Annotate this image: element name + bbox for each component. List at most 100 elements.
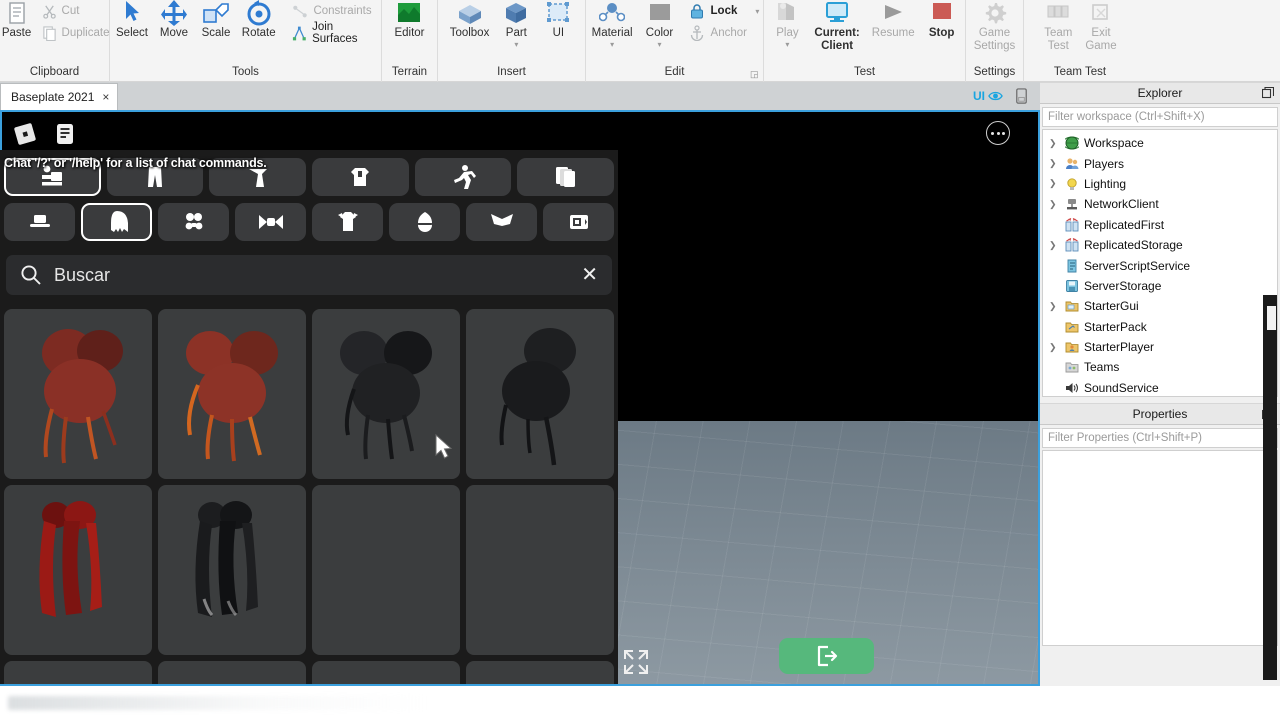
- script-icon: [1064, 258, 1080, 273]
- catalog-item-black-long-hair[interactable]: [158, 485, 306, 655]
- roblox-studio-window: Paste Cut Duplicate Clipboard Select Mov…: [0, 0, 1280, 720]
- properties-filter-input[interactable]: Filter Properties (Ctrl+Shift+P): [1042, 428, 1278, 448]
- tree-node-starterpack[interactable]: StarterPack: [1043, 317, 1277, 337]
- fullscreen-expand-icon[interactable]: [622, 648, 650, 676]
- catalog-item-partial-1[interactable]: [4, 661, 152, 684]
- explorer-filter-placeholder: Filter workspace (Ctrl+Shift+X): [1048, 111, 1205, 123]
- select-arrow-icon: [120, 0, 144, 26]
- chevron-right-icon[interactable]: ❯: [1049, 240, 1060, 251]
- document-tab-strip: Baseplate 2021 × UI: [0, 82, 1040, 110]
- edit-group-label: Edit: [664, 66, 685, 78]
- toolbox-button[interactable]: Toolbox: [444, 0, 496, 40]
- search-input[interactable]: Buscar: [54, 265, 569, 286]
- category-face[interactable]: [158, 203, 229, 241]
- tree-node-starterplayer[interactable]: ❯ StarterPlayer: [1043, 337, 1277, 357]
- category-shoulder[interactable]: [312, 203, 383, 241]
- category-back-wings[interactable]: [466, 203, 537, 241]
- explorer-dock-icon[interactable]: [1261, 86, 1275, 102]
- tree-node-lighting[interactable]: ❯ Lighting: [1043, 174, 1277, 194]
- category-neck-bowtie[interactable]: [235, 203, 306, 241]
- constraints-button[interactable]: Constraints: [288, 0, 380, 22]
- tree-node-workspace[interactable]: ❯ Workspace: [1043, 133, 1277, 153]
- catalog-item-empty-slot-1[interactable]: [312, 485, 460, 655]
- edit-dialog-launcher[interactable]: ◲: [750, 69, 760, 79]
- tab-baseplate-2021[interactable]: Baseplate 2021 ×: [0, 83, 119, 110]
- tree-node-networkclient[interactable]: ❯ NetworkClient: [1043, 194, 1277, 214]
- chevron-right-icon[interactable]: ❯: [1049, 301, 1060, 312]
- color-caret-icon[interactable]: ▾: [658, 41, 662, 49]
- chevron-right-icon[interactable]: ❯: [1049, 178, 1060, 189]
- lock-button[interactable]: Lock ▾: [685, 0, 764, 22]
- exit-game-button[interactable]: Exit Game: [1079, 0, 1122, 53]
- material-button[interactable]: Material ▾: [586, 0, 639, 49]
- chevron-right-icon[interactable]: ❯: [1049, 342, 1060, 353]
- category-hat[interactable]: [4, 203, 75, 241]
- roblox-logo-icon[interactable]: [10, 119, 40, 149]
- game-settings-button[interactable]: Game Settings: [968, 0, 1022, 53]
- play-button[interactable]: Play ▾: [766, 0, 808, 49]
- clear-search-icon[interactable]: ✕: [581, 265, 598, 285]
- paste-button[interactable]: Paste: [0, 0, 38, 40]
- device-emulator-icon[interactable]: [1013, 87, 1030, 105]
- current-client-button[interactable]: Current: Client: [808, 0, 865, 53]
- tree-node-players[interactable]: ❯ Players: [1043, 153, 1277, 173]
- explorer-tree[interactable]: ❯ Workspace ❯ Players ❯ Lighting ❯ Netwo…: [1042, 129, 1278, 397]
- properties-list[interactable]: [1042, 450, 1278, 646]
- tree-node-replicatedstorage[interactable]: ❯ ReplicatedStorage: [1043, 235, 1277, 255]
- move-tool-button[interactable]: Move: [153, 0, 195, 40]
- cut-button[interactable]: Cut: [38, 0, 114, 22]
- duplicate-button[interactable]: Duplicate: [38, 22, 114, 44]
- tree-node-startergui[interactable]: ❯ StarterGui: [1043, 296, 1277, 316]
- join-surfaces-button[interactable]: Join Surfaces: [288, 21, 380, 45]
- part-caret-icon[interactable]: ▾: [514, 41, 518, 49]
- category-shirt[interactable]: [312, 158, 409, 196]
- chevron-right-icon[interactable]: ❯: [1049, 138, 1060, 149]
- catalog-item-empty-slot-2[interactable]: [466, 485, 614, 655]
- catalog-item-red-spiky-hair[interactable]: [4, 309, 152, 479]
- category-front-accessory[interactable]: [389, 203, 460, 241]
- explorer-filter-input[interactable]: Filter workspace (Ctrl+Shift+X): [1042, 107, 1278, 127]
- tree-node-serverscriptservice[interactable]: ServerScriptService: [1043, 255, 1277, 275]
- tree-node-replicatedfirst[interactable]: ReplicatedFirst: [1043, 215, 1277, 235]
- chevron-right-icon[interactable]: ❯: [1049, 158, 1060, 169]
- terrain-editor-button[interactable]: Editor: [388, 0, 430, 40]
- close-icon[interactable]: ×: [102, 90, 109, 104]
- chevron-right-icon[interactable]: ❯: [1049, 199, 1060, 210]
- search-icon: [21, 265, 41, 285]
- resume-button[interactable]: Resume: [866, 0, 921, 40]
- tree-node-label: StarterPack: [1084, 319, 1147, 334]
- category-gear[interactable]: [543, 203, 614, 241]
- catalog-scrollbar-thumb[interactable]: [1267, 306, 1276, 330]
- stop-button[interactable]: Stop: [921, 0, 963, 40]
- play-caret-icon[interactable]: ▾: [785, 41, 789, 49]
- part-button[interactable]: Part ▾: [495, 0, 537, 49]
- team-test-button[interactable]: Team Test: [1037, 0, 1079, 53]
- catalog-search-bar[interactable]: Buscar ✕: [6, 255, 612, 295]
- ui-insert-button[interactable]: UI: [537, 0, 579, 40]
- tree-node-soundservice[interactable]: SoundService: [1043, 378, 1277, 396]
- exit-catalog-button[interactable]: [779, 638, 874, 674]
- color-button[interactable]: Color ▾: [639, 0, 681, 49]
- rotate-tool-button[interactable]: Rotate: [237, 0, 280, 40]
- catalog-item-black-short-hair[interactable]: [466, 309, 614, 479]
- ui-visibility-toggle[interactable]: UI: [973, 89, 1003, 103]
- scale-tool-button[interactable]: Scale: [195, 0, 237, 40]
- anchor-button[interactable]: Anchor: [685, 22, 764, 44]
- tree-node-label: ServerScriptService: [1084, 258, 1191, 273]
- lock-caret-icon[interactable]: ▾: [755, 7, 759, 16]
- category-bundles[interactable]: [517, 158, 615, 196]
- select-tool-button[interactable]: Select: [111, 0, 153, 40]
- catalog-item-red-long-hair[interactable]: [4, 485, 152, 655]
- material-caret-icon[interactable]: ▾: [610, 41, 614, 49]
- catalog-scrollbar[interactable]: [1263, 295, 1277, 680]
- tree-node-teams[interactable]: Teams: [1043, 357, 1277, 377]
- ingame-more-options-button[interactable]: [986, 121, 1010, 145]
- catalog-item-partial-3[interactable]: [312, 661, 460, 684]
- category-hair[interactable]: [81, 203, 152, 241]
- chat-icon[interactable]: [50, 119, 80, 149]
- catalog-item-partial-2[interactable]: [158, 661, 306, 684]
- tree-node-serverstorage[interactable]: ServerStorage: [1043, 276, 1277, 296]
- catalog-item-red-orange-spiky-hair[interactable]: [158, 309, 306, 479]
- category-animations[interactable]: [414, 158, 512, 196]
- catalog-item-partial-4[interactable]: [466, 661, 614, 684]
